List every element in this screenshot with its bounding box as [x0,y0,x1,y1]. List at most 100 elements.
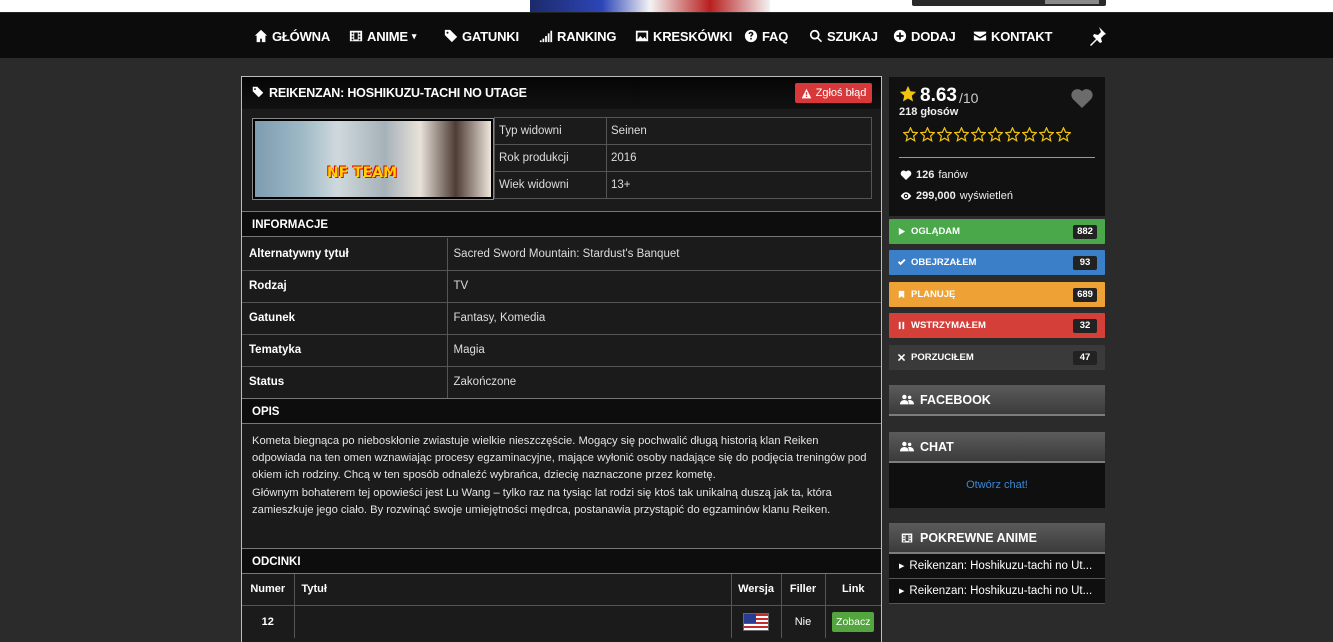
description: Kometa biegnąca po nieboskłonie zwiastuj… [252,433,872,519]
rating-score: 8.63 [920,85,957,106]
top-search-button[interactable] [1045,0,1099,4]
star-outline-icon[interactable] [971,127,986,142]
col-version: Wersja [731,574,782,606]
table-row: Status Zakończone [242,366,881,399]
detail-key: Tematyka [242,334,448,367]
star-outline-icon[interactable] [1022,127,1037,142]
episode-title [294,605,732,638]
detail-value: Magia [447,334,881,367]
nav-add[interactable]: DODAJ [893,27,956,45]
cover-image: NF TEAM [252,118,494,200]
related-item[interactable]: ▶ Reikenzan: Hoshikuzu-tachi no Ut... [889,554,1105,579]
status-watching-button[interactable]: Oglądam 882 [889,219,1105,244]
facebook-widget-header[interactable]: FACEBOOK [889,385,1105,416]
detail-key: Status [242,366,448,399]
top-banner [0,0,1333,12]
watch-button[interactable]: Zobacz [832,611,875,632]
rate-stars [903,127,1071,142]
meta-key: Typ widowni [494,117,607,145]
heart-icon[interactable] [1070,87,1094,109]
star-outline-icon[interactable] [1039,127,1054,142]
nav-label: GŁÓWNA [272,28,331,44]
views-label: wyświetleń [959,190,1013,202]
star-outline-icon[interactable] [937,127,952,142]
episode-version [731,605,782,638]
nav-faq[interactable]: FAQ [744,27,788,45]
banner-art [530,0,770,12]
star-outline-icon[interactable] [1056,127,1071,142]
col-number: Numer [242,574,295,606]
star-outline-icon[interactable] [920,127,935,142]
pin-icon[interactable] [1087,26,1107,46]
meta-table: Typ widowni Seinen Rok produkcji 2016 Wi… [494,117,872,199]
star-outline-icon[interactable] [988,127,1003,142]
check-icon [897,258,906,266]
nav-home[interactable]: GŁÓWNA [254,27,330,45]
episodes-section-header: ODCINKI [242,548,881,574]
heart-icon [900,170,912,180]
report-error-button[interactable]: Zgłoś błąd [795,83,872,103]
table-row: Rok produkcji 2016 [494,144,872,172]
page-title: REIKENZAN: HOSHIKUZU-TACHI NO UTAGE [269,86,527,100]
star-outline-icon[interactable] [1005,127,1020,142]
report-label: Zgłoś błąd [815,87,867,99]
nav-cartoons[interactable]: KRESKÓWKI [635,27,732,45]
status-label: Porzuciłem [911,352,974,363]
meta-key: Wiek widowni [494,171,607,199]
status-dropped-button[interactable]: Porzuciłem 47 [889,345,1105,370]
nav-anime[interactable]: ANIME ▾ [349,27,416,45]
related-title: Reikenzan: Hoshikuzu-tachi no Ut... [909,585,1093,597]
signal-icon [539,30,553,43]
question-icon [744,29,758,43]
col-link: Link [825,574,881,606]
caret-right-icon: ▶ [899,588,905,595]
episodes-table: Numer Tytuł Wersja Filler Link 12 Nie Zo… [242,574,881,638]
plus-icon [893,29,907,43]
related-title: Reikenzan: Hoshikuzu-tachi no Ut... [909,560,1093,572]
nav-label: KRESKÓWKI [653,28,733,44]
tags-icon [444,29,458,43]
status-label: Planuję [911,289,956,300]
col-filler: Filler [781,574,826,606]
anime-title-bar: REIKENZAN: HOSHIKUZU-TACHI NO UTAGE Zgło… [242,77,881,109]
status-label: Obejrzałem [911,257,977,268]
chat-widget-header: CHAT [889,432,1105,463]
detail-key: Gatunek [242,302,448,335]
status-count: 689 [1073,288,1097,302]
close-icon [897,353,906,362]
nav-label: ANIME [367,28,408,44]
caret-right-icon: ▶ [899,563,905,570]
table-row: Gatunek Fantasy, Komedia [242,302,881,335]
related-item[interactable]: ▶ Reikenzan: Hoshikuzu-tachi no Ut... [889,579,1105,604]
status-count: 882 [1073,225,1097,239]
detail-value: Sacred Sword Mountain: Stardust's Banque… [447,238,881,271]
detail-value: Fantasy, Komedia [447,302,881,335]
meta-value: 2016 [606,144,872,172]
tag-icon [252,86,264,98]
detail-value: TV [447,270,881,303]
star-outline-icon[interactable] [954,127,969,142]
episode-filler: Nie [781,605,826,638]
nav-ranking[interactable]: RANKING [539,27,616,45]
chevron-down-icon: ▾ [411,30,417,41]
widget-title: POKREWNE ANIME [920,530,1037,545]
status-planning-button[interactable]: Planuję 689 [889,282,1105,307]
nav-label: DODAJ [911,28,956,44]
meta-value: 13+ [606,171,872,199]
col-title: Tytuł [294,574,732,606]
envelope-icon [973,31,987,41]
nav-label: RANKING [557,28,617,44]
film-icon [901,533,913,542]
status-paused-button[interactable]: Wstrzymałem 32 [889,313,1105,338]
open-chat-link[interactable]: Otwórz chat! [889,463,1105,508]
nav-contact[interactable]: KONTAKT [973,27,1052,45]
widget-title: CHAT [920,439,954,454]
nav-genres[interactable]: GATUNKI [444,27,519,45]
status-watched-button[interactable]: Obejrzałem 93 [889,250,1105,275]
table-row: Tematyka Magia [242,334,881,367]
nav-label: GATUNKI [462,28,519,44]
nav-search[interactable]: SZUKAJ [809,27,878,45]
main-nav: GŁÓWNA ANIME ▾ GATUNKI RANKING KRESKÓWKI… [0,12,1333,58]
detail-key: Alternatywny tytuł [242,238,448,271]
star-outline-icon[interactable] [903,127,918,142]
